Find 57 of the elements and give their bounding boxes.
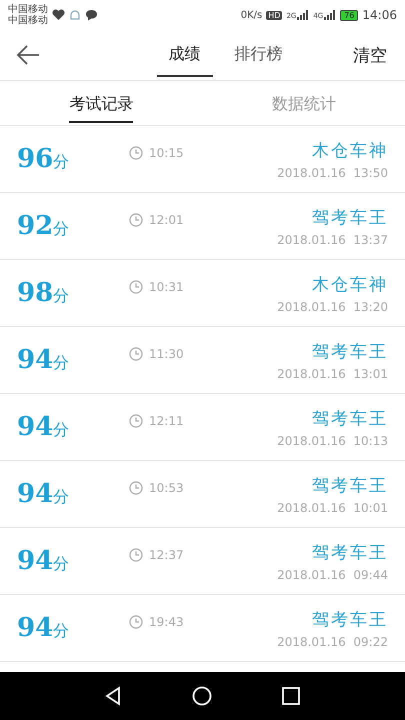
clock-icon — [129, 280, 143, 294]
rank-title: 驾考车王 — [312, 542, 388, 564]
rank-title: 木仓车神 — [312, 274, 388, 296]
rank-title: 驾考车王 — [312, 408, 388, 430]
clock-icon — [129, 548, 143, 562]
date-time: 2018.01.16 09:44 — [277, 568, 388, 582]
date-time: 2018.01.16 13:50 — [277, 166, 388, 180]
duration-text: 11:30 — [149, 347, 184, 361]
carrier-name: 中国移动 — [8, 15, 48, 26]
clock-icon — [129, 615, 143, 629]
score-text: 94分 — [17, 412, 70, 442]
score-text: 96分 — [17, 144, 70, 174]
network-speed: 0K/s — [240, 10, 262, 20]
carrier-name: 中国移动 — [8, 4, 48, 15]
recents-nav-icon[interactable] — [280, 686, 301, 706]
score-text: 92分 — [17, 211, 70, 241]
duration-text: 12:11 — [149, 414, 184, 428]
chat-bubble-icon — [85, 9, 98, 21]
signal-icon — [324, 10, 336, 20]
signal-icon — [297, 10, 310, 20]
rank-title: 驾考车王 — [312, 608, 388, 630]
score-text: 94分 — [17, 613, 70, 643]
heart-icon — [52, 9, 65, 21]
score-text: 94分 — [17, 479, 70, 509]
date-time: 2018.01.16 13:37 — [277, 232, 388, 246]
tab[interactable]: 排行榜 — [222, 34, 294, 76]
duration-text: 19:43 — [149, 615, 184, 629]
tab[interactable]: 考试记录 — [69, 84, 134, 122]
duration-text: 10:53 — [149, 481, 184, 495]
rank-title: 驾考车王 — [312, 474, 388, 496]
score-text: 98分 — [17, 278, 70, 308]
clock-icon — [129, 213, 143, 227]
home-nav-icon[interactable] — [192, 686, 212, 706]
date-time: 2018.01.16 10:13 — [277, 434, 388, 448]
clock-icon — [129, 347, 143, 361]
bell-icon — [69, 8, 81, 22]
rank-title: 驾考车王 — [312, 206, 388, 228]
clear-button[interactable]: 清空 — [349, 40, 391, 70]
clock-icon — [129, 146, 143, 160]
date-time: 2018.01.16 13:20 — [277, 300, 388, 314]
clock-time: 14:06 — [362, 8, 397, 22]
duration-text: 12:37 — [149, 548, 184, 562]
date-time: 2018.01.16 10:01 — [277, 500, 388, 514]
date-time: 2018.01.16 09:22 — [277, 634, 388, 648]
duration-text: 10:31 — [149, 280, 184, 294]
duration-text: 10:15 — [149, 146, 184, 160]
tab[interactable]: 成绩 — [156, 34, 212, 76]
date-time: 2018.01.16 13:01 — [277, 366, 388, 380]
hd-badge: HD — [266, 10, 282, 20]
rank-title: 木仓车神 — [312, 140, 388, 162]
score-text: 94分 — [17, 345, 70, 375]
rank-title: 驾考车王 — [312, 340, 388, 362]
clock-icon — [129, 414, 143, 428]
battery-level: 76 — [340, 10, 358, 20]
clock-icon — [129, 481, 143, 495]
duration-text: 12:01 — [149, 213, 184, 227]
score-text: 94分 — [17, 546, 70, 576]
